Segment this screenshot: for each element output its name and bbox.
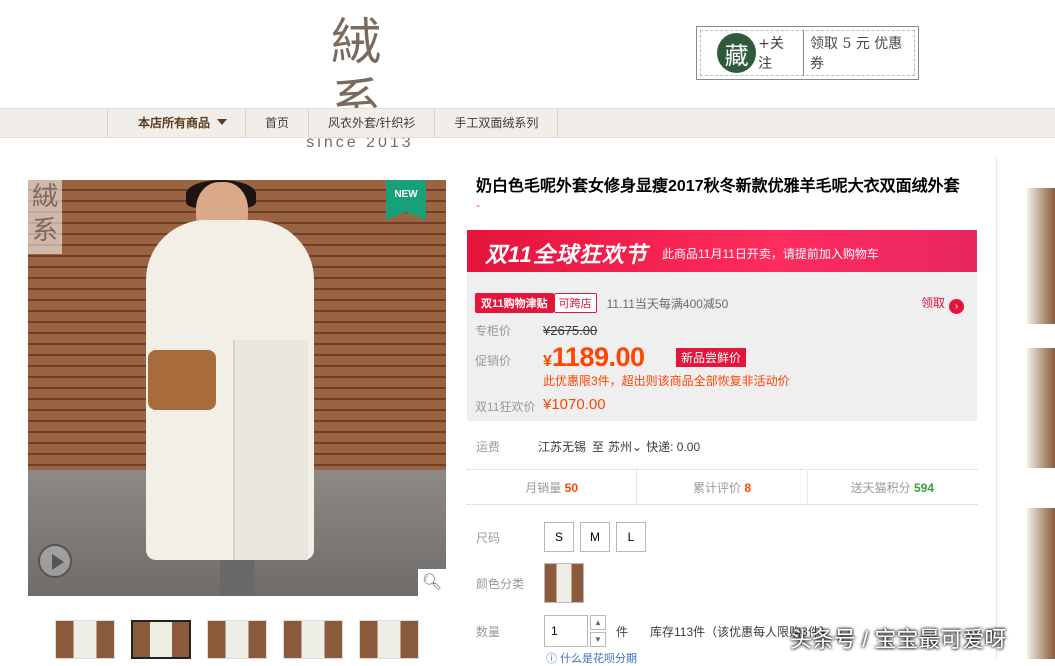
product-title: 奶白色毛呢外套女修身显瘦2017秋冬新款优雅羊毛呢大衣双面绒外套	[476, 178, 960, 195]
shipping-label: 运费	[476, 440, 501, 454]
side-recommend-1[interactable]	[1027, 188, 1055, 324]
divider	[803, 30, 805, 76]
size-selector: 尺码 S M L	[476, 522, 652, 552]
list-price: ¥2675.00	[543, 323, 598, 338]
banner-notice: 此商品11月11日开卖，请提前加入购物车	[662, 247, 879, 261]
chevron-right-icon: ›	[949, 299, 965, 314]
nav-home[interactable]: 首页	[245, 109, 308, 137]
quantity-input[interactable]: 1	[544, 615, 588, 647]
source-watermark: 头条号 / 宝宝最可爱呀	[790, 627, 1007, 652]
side-recommend-2[interactable]	[1027, 348, 1055, 468]
get-coupon-label: 领取	[921, 296, 946, 310]
double11-allowance-tag: 双11购物津贴	[475, 293, 554, 313]
tmall-points-value: 594	[913, 481, 935, 495]
promo-price-label: 促销价	[475, 354, 512, 368]
color-selector: 颜色分类	[476, 563, 584, 603]
new-price-badge: 新品尝鲜价	[676, 348, 747, 367]
thumbnail-strip	[55, 620, 419, 659]
image-watermark: 絨系	[28, 180, 62, 254]
search-icon[interactable]: 🔍︎	[418, 569, 446, 596]
coupon-button[interactable]: 领取 5 元 优惠券	[810, 33, 914, 73]
get-coupon-button[interactable]: 领取 ›	[921, 294, 965, 314]
installment-link[interactable]: ⓘ 什么是花呗分期	[546, 650, 637, 666]
increment-button[interactable]: ▲	[590, 615, 606, 630]
thumbnail-2-selected[interactable]	[131, 620, 191, 659]
promo-row: 双11购物津贴 可跨店 11.11当天每满400减50	[475, 293, 728, 313]
limit-note: 此优惠限3件，超出则该商品全部恢复非活动价	[543, 374, 790, 388]
nav-coats-knitwear[interactable]: 风衣外套/针织衫	[308, 109, 434, 137]
size-option-l[interactable]: L	[616, 522, 646, 552]
chevron-down-icon: ⌄	[632, 440, 643, 454]
total-reviews-value: 8	[744, 481, 752, 495]
play-icon[interactable]	[38, 544, 72, 578]
ship-from: 江苏无锡	[538, 440, 587, 454]
tmall-points: 送天猫积分 594	[808, 470, 977, 504]
shipping-row: 运费 江苏无锡 至 苏州⌄ 快递: 0.00	[476, 438, 700, 455]
total-reviews-label: 累计评价	[692, 481, 741, 495]
thumbnail-4[interactable]	[283, 620, 343, 659]
quantity-unit: 件	[616, 624, 629, 639]
thumbnail-3[interactable]	[207, 620, 267, 659]
model-leg	[220, 560, 254, 596]
thumbnail-1[interactable]	[55, 620, 115, 659]
quantity-stepper: ▲ ▼	[590, 615, 606, 647]
main-product-image[interactable]: 絨系 NEW 🔍︎	[28, 180, 446, 596]
nav-all-products-label: 本店所有商品	[138, 116, 211, 130]
caret-down-icon	[217, 119, 228, 125]
promo-price: ¥1189.00	[543, 342, 645, 373]
monthly-sales-value: 50	[564, 481, 579, 495]
double11-price: ¥1070.00	[543, 396, 606, 413]
double11-price-label: 双11狂欢价	[475, 400, 536, 414]
size-option-s[interactable]: S	[544, 522, 574, 552]
ship-to-prefix: 至	[592, 440, 605, 454]
monthly-sales-label: 月销量	[525, 481, 562, 495]
favorite-follow-box: 藏 +关注 领取 5 元 优惠券	[696, 26, 919, 80]
promo-description: 11.11当天每满400减50	[606, 296, 729, 311]
ship-to-select[interactable]: 苏州⌄	[608, 438, 642, 455]
nav-double-face-series[interactable]: 手工双面绒系列	[434, 109, 559, 137]
follow-button[interactable]: +关注	[758, 33, 797, 73]
ship-to-city: 苏州	[608, 440, 633, 454]
color-label: 颜色分类	[476, 576, 525, 591]
cross-store-tag: 可跨店	[553, 293, 597, 313]
side-recommend-3[interactable]	[1027, 508, 1055, 659]
nav-all-products[interactable]: 本店所有商品	[107, 109, 245, 137]
list-price-label: 专柜价	[475, 324, 512, 338]
model-bag	[148, 350, 216, 410]
quantity-label: 数量	[476, 624, 501, 639]
shipping-fee: 快递: 0.00	[646, 440, 701, 454]
double11-logo: 双11全球狂欢节	[485, 242, 648, 267]
size-option-m[interactable]: M	[580, 522, 610, 552]
decrement-button[interactable]: ▼	[590, 632, 606, 647]
promo-price-amount: 1189.00	[551, 342, 645, 372]
size-label: 尺码	[476, 530, 501, 545]
info-icon: ⓘ	[546, 653, 557, 665]
product-subtitle: -	[476, 198, 480, 212]
tmall-points-label: 送天猫积分	[850, 481, 911, 495]
color-swatch[interactable]	[544, 563, 584, 603]
divider	[996, 158, 997, 659]
quantity-row: 数量 1 ▲ ▼ 件 库存113件（该优惠每人限购3件）	[476, 615, 832, 647]
sales-stats: 月销量 50 累计评价 8 送天猫积分 594	[467, 469, 977, 505]
total-reviews[interactable]: 累计评价 8	[637, 470, 808, 504]
monthly-sales: 月销量 50	[467, 470, 638, 504]
shop-nav-bar: 本店所有商品 首页 风衣外套/针织衫 手工双面绒系列	[0, 108, 1055, 138]
model-coat-panel	[233, 340, 308, 560]
double11-banner: 双11全球狂欢节 此商品11月11日开卖，请提前加入购物车	[467, 230, 977, 272]
thumbnail-5[interactable]	[359, 620, 419, 659]
favorite-seal-icon[interactable]: 藏	[717, 33, 757, 73]
installment-link-label: 什么是花呗分期	[560, 653, 638, 665]
price-promo-panel: 双11全球狂欢节 此商品11月11日开卖，请提前加入购物车 双11购物津贴 可跨…	[467, 230, 977, 421]
currency-symbol: ¥	[543, 353, 552, 370]
